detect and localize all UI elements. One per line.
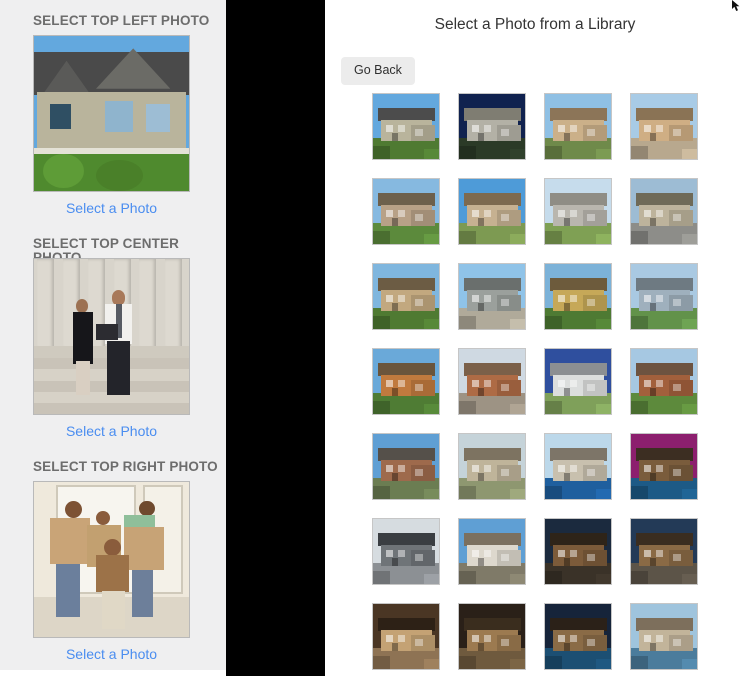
select-a-photo-link-top-left[interactable]: Select a Photo: [33, 201, 190, 215]
photo-grid-row: [372, 348, 745, 415]
photo-thumbnail[interactable]: [544, 603, 612, 670]
select-a-photo-link-top-right[interactable]: Select a Photo: [33, 647, 190, 661]
photo-thumbnail[interactable]: [458, 93, 526, 160]
photo-slots-sidebar: SELECT TOP LEFT PHOTO Select a Photo SEL…: [0, 0, 226, 670]
photo-thumbnail[interactable]: [458, 348, 526, 415]
photo-thumbnail[interactable]: [544, 518, 612, 585]
photo-picker-screen: SELECT TOP LEFT PHOTO Select a Photo SEL…: [0, 0, 745, 676]
photo-thumbnail[interactable]: [544, 348, 612, 415]
photo-thumbnail[interactable]: [544, 263, 612, 330]
photo-thumbnail[interactable]: [372, 263, 440, 330]
photo-thumbnail[interactable]: [544, 178, 612, 245]
business-couple-photo[interactable]: [33, 258, 190, 415]
photo-thumbnail[interactable]: [544, 433, 612, 500]
photo-thumbnail[interactable]: [630, 93, 698, 160]
photo-thumbnail[interactable]: [630, 603, 698, 670]
victorian-house-photo[interactable]: [33, 35, 190, 192]
photo-thumbnail[interactable]: [458, 178, 526, 245]
library-title: Select a Photo from a Library: [434, 16, 636, 33]
photo-thumbnail[interactable]: [458, 603, 526, 670]
photo-grid-row: [372, 263, 745, 330]
photo-library-panel: Select a Photo from a Library Go Back: [325, 0, 745, 676]
photo-thumbnail[interactable]: [458, 433, 526, 500]
select-a-photo-link-top-center[interactable]: Select a Photo: [33, 424, 190, 438]
photo-thumbnail[interactable]: [372, 93, 440, 160]
photo-grid-row: [372, 178, 745, 245]
photo-thumbnail[interactable]: [630, 348, 698, 415]
photo-thumbnail[interactable]: [372, 433, 440, 500]
photo-thumbnail[interactable]: [458, 263, 526, 330]
photo-thumbnail[interactable]: [372, 603, 440, 670]
photo-slot-heading: SELECT TOP LEFT PHOTO: [33, 13, 210, 28]
photo-thumbnail[interactable]: [630, 178, 698, 245]
photo-thumbnail[interactable]: [630, 263, 698, 330]
photo-thumbnail[interactable]: [630, 518, 698, 585]
photo-thumbnail[interactable]: [458, 518, 526, 585]
panel-divider: [226, 0, 325, 676]
photo-slot-heading: SELECT TOP RIGHT PHOTO: [33, 459, 218, 474]
photo-grid-row: [372, 603, 745, 670]
photo-thumbnail[interactable]: [372, 518, 440, 585]
family-moving-boxes-photo[interactable]: [33, 481, 190, 638]
go-back-button[interactable]: Go Back: [341, 57, 415, 85]
photo-grid-row: [372, 433, 745, 500]
photo-grid-row: [372, 518, 745, 585]
photo-thumbnail[interactable]: [630, 433, 698, 500]
photo-thumbnail[interactable]: [372, 348, 440, 415]
photo-thumbnail-grid: [372, 93, 745, 676]
photo-grid-row: [372, 93, 745, 160]
photo-thumbnail[interactable]: [544, 93, 612, 160]
photo-thumbnail[interactable]: [372, 178, 440, 245]
